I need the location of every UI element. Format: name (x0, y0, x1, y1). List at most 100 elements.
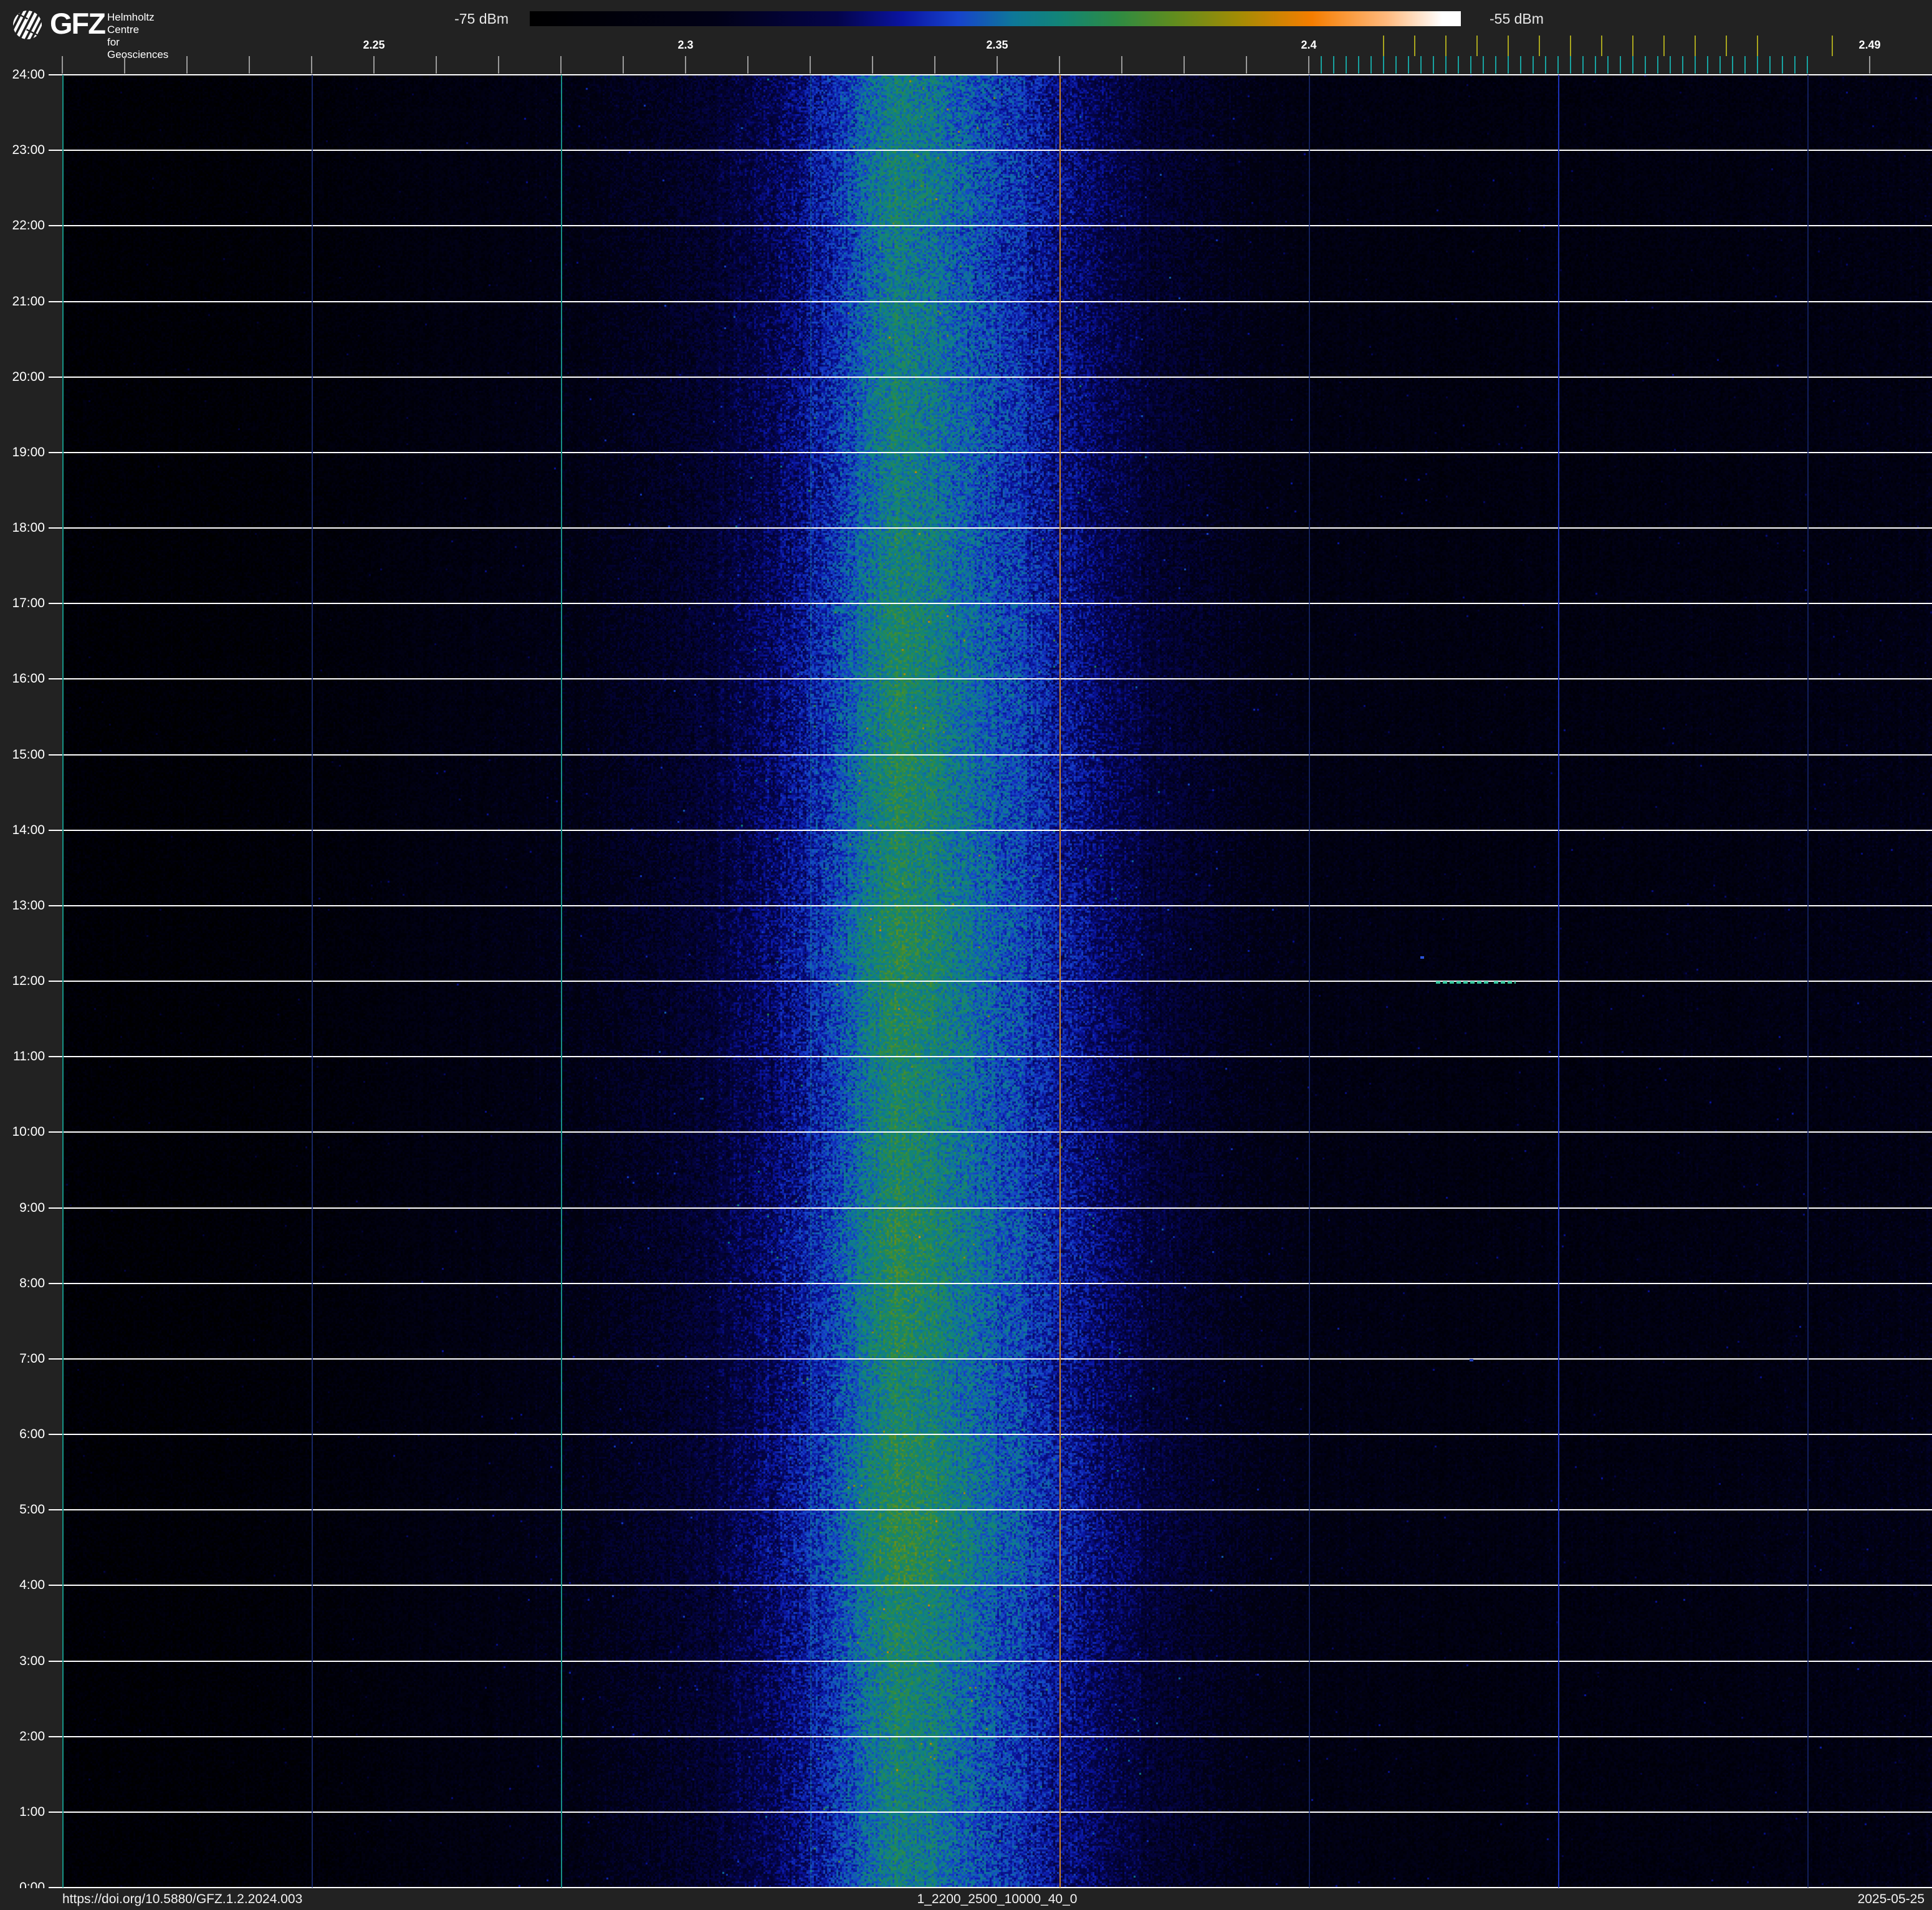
frequency-tick-label: 2.25 (363, 39, 385, 51)
ble-channel-tick (1370, 56, 1372, 74)
frequency-tick-label: 2.35 (986, 39, 1008, 51)
spectrogram-page: { "page": { "background": "#222222", "wi… (0, 0, 1932, 1910)
ble-channel-tick (1582, 56, 1584, 74)
wifi-channel-tick (1445, 36, 1447, 56)
wifi-channel-tick (1726, 36, 1727, 56)
hour-gridline (49, 981, 1932, 982)
hour-gridline (49, 301, 1932, 302)
ble-channel-tick (1445, 56, 1447, 74)
frequency-minor-tick (1869, 56, 1870, 74)
hour-gridline (49, 1358, 1932, 1360)
time-tick-label: 3:00 (19, 1654, 45, 1668)
ble-channel-tick (1321, 56, 1322, 74)
freq-marker-line (312, 75, 313, 1888)
frequency-minor-tick (373, 56, 375, 74)
time-tick-label: 8:00 (19, 1276, 45, 1290)
ble-channel-tick (1508, 56, 1509, 74)
frequency-minor-tick (1184, 56, 1185, 74)
signal-dot (1420, 956, 1424, 959)
ble-channel-tick (1682, 56, 1683, 74)
time-tick-label: 2:00 (19, 1729, 45, 1744)
time-tick-label: 18:00 (12, 521, 45, 535)
ble-channel-tick (1333, 56, 1334, 74)
hour-gridline (49, 1812, 1932, 1813)
ble-channel-tick (1470, 56, 1471, 74)
frequency-minor-tick (498, 56, 499, 74)
hour-gridline (49, 225, 1932, 226)
time-tick-label: 11:00 (13, 1049, 45, 1063)
ble-channel-tick (1420, 56, 1422, 74)
frequency-tick-label: 2.3 (677, 39, 694, 51)
top-axis-line (49, 74, 1932, 75)
frequency-tick-label: 2.49 (1858, 39, 1881, 51)
frequency-minor-tick (1059, 56, 1060, 74)
time-tick-label: 20:00 (12, 370, 45, 384)
time-tick-label: 24:00 (12, 67, 45, 82)
freq-marker-line (1807, 75, 1809, 1888)
time-tick-label: 16:00 (12, 671, 45, 686)
ble-channel-tick (1607, 56, 1609, 74)
ble-channel-tick (1408, 56, 1409, 74)
ble-channel-tick (1645, 56, 1646, 74)
wifi-channel-tick (1508, 36, 1509, 56)
hour-gridline (49, 1434, 1932, 1435)
time-tick-label: 4:00 (19, 1578, 45, 1592)
ble-channel-tick (1533, 56, 1534, 74)
spectrogram-plot (49, 74, 1932, 1888)
wifi-channel-tick (1757, 36, 1758, 56)
hour-gridline (49, 905, 1932, 906)
frequency-minor-tick (124, 56, 125, 74)
hour-gridline (49, 1131, 1932, 1133)
time-tick-label: 6:00 (19, 1427, 45, 1441)
time-tick-label: 1:00 (19, 1805, 45, 1819)
hour-gridline (49, 830, 1932, 831)
signal-dot (1470, 1359, 1473, 1361)
ble-channel-tick (1557, 56, 1559, 74)
date-text: 2025-05-25 (1857, 1892, 1925, 1906)
frequency-minor-tick (1121, 56, 1122, 74)
time-axis: 24:00 23:00 22:00 21:00 20:00 19:00 18:00 17:00… (0, 67, 45, 1894)
ble-channel-tick (1632, 56, 1633, 74)
time-tick-label: 7:00 (19, 1351, 45, 1366)
ble-channel-tick (1782, 56, 1783, 74)
signal-burst-dashes (1436, 981, 1490, 984)
wifi-channel-tick (1601, 36, 1602, 56)
time-tick-label: 9:00 (19, 1201, 45, 1215)
ble-channel-tick (1744, 56, 1746, 74)
time-tick-label: 21:00 (12, 294, 45, 309)
frequency-minor-tick (623, 56, 624, 74)
wifi-channel-tick (1695, 36, 1696, 56)
hour-gridline (49, 150, 1932, 151)
ble-channel-tick (1595, 56, 1596, 74)
frequency-minor-tick (934, 56, 935, 74)
ble-channel-tick (1719, 56, 1721, 74)
hour-gridline (49, 1509, 1932, 1510)
signal-burst-dashes (1494, 981, 1516, 984)
hour-gridline (49, 1585, 1932, 1586)
ble-channel-tick (1358, 56, 1359, 74)
ble-channel-tick (1570, 56, 1571, 74)
time-tick-label: 5:00 (19, 1502, 45, 1517)
ble-channel-tick (1495, 56, 1496, 74)
ble-channel-tick (1383, 56, 1384, 74)
hour-gridline (49, 527, 1932, 529)
wifi-channel-tick (1476, 36, 1478, 56)
wifi-channel-tick (1570, 36, 1571, 56)
ble-channel-tick (1670, 56, 1671, 74)
time-tick-label: 14:00 (12, 823, 45, 837)
ble-channel-tick (1695, 56, 1696, 74)
frequency-minor-tick (1308, 56, 1309, 74)
hour-gridline (49, 1056, 1932, 1057)
ble-channel-tick (1657, 56, 1658, 74)
hour-gridline (49, 754, 1932, 756)
freq-marker-line (62, 75, 64, 1888)
ble-channel-tick (1458, 56, 1459, 74)
ble-channel-tick (1483, 56, 1484, 74)
ble-channel-tick (1807, 56, 1808, 74)
wifi-channel-tick (1383, 36, 1384, 56)
time-tick-label: 13:00 (12, 898, 45, 913)
frequency-minor-tick (872, 56, 873, 74)
hour-gridline (49, 452, 1932, 453)
frequency-axis: 2.25 2.3 2.35 2.4 2.49 (0, 0, 1932, 75)
hour-gridline (49, 1661, 1932, 1662)
